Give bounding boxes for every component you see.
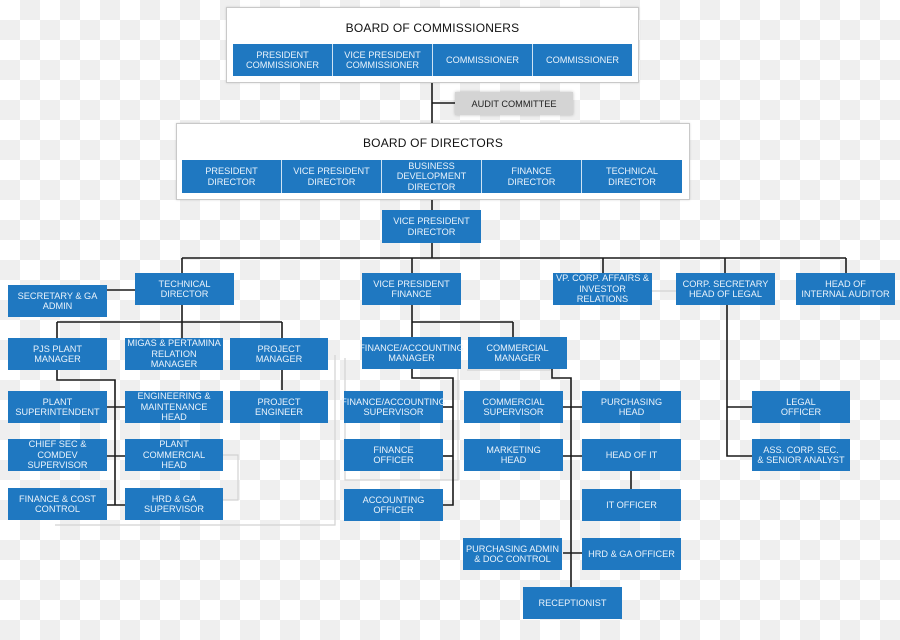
vp-corp-affairs-investor-relations[interactable]: VP. CORP. AFFAIRS & INVESTOR RELATIONS bbox=[553, 273, 652, 305]
vice-president-finance[interactable]: VICE PRESIDENT FINANCE bbox=[362, 273, 461, 305]
finance-officer[interactable]: FINANCE OFFICER bbox=[344, 439, 443, 471]
project-engineer[interactable]: PROJECT ENGINEER bbox=[230, 391, 328, 423]
business-development-director[interactable]: BUSINESS DEVELOPMENT DIRECTOR bbox=[382, 160, 482, 193]
project-manager[interactable]: PROJECT MANAGER bbox=[230, 338, 328, 370]
technical-director[interactable]: TECHNICAL DIRECTOR bbox=[135, 273, 234, 305]
secretary-ga-admin[interactable]: SECRETARY & GA ADMIN bbox=[8, 285, 107, 317]
plant-superintendent[interactable]: PLANT SUPERINTENDENT bbox=[8, 391, 107, 423]
it-officer[interactable]: IT OFFICER bbox=[582, 489, 681, 521]
commercial-manager[interactable]: COMMERCIAL MANAGER bbox=[468, 337, 567, 369]
engineering-maintenance-head[interactable]: ENGINEERING & MAINTENANCE HEAD bbox=[125, 391, 223, 423]
purchasing-head[interactable]: PURCHASING HEAD bbox=[582, 391, 681, 423]
purchasing-admin-doc-control[interactable]: PURCHASING ADMIN & DOC CONTROL bbox=[463, 538, 562, 570]
board-of-commissioners-title: BOARD OF COMMISSIONERS bbox=[345, 21, 520, 35]
marketing-head[interactable]: MARKETING HEAD bbox=[464, 439, 563, 471]
vice-president-director[interactable]: VICE PRESIDENT DIRECTOR bbox=[382, 210, 481, 243]
finance-cost-control[interactable]: FINANCE & COST CONTROL bbox=[8, 488, 107, 520]
hrd-ga-officer[interactable]: HRD & GA OFFICER bbox=[582, 538, 681, 570]
vice-president-commissioner[interactable]: VICE PRESIDENT COMMISSIONER bbox=[333, 44, 433, 76]
finance-accounting-supervisor[interactable]: FINANCE/ACCOUNTING SUPERVISOR bbox=[341, 391, 446, 423]
board-of-directors-title: BOARD OF DIRECTORS bbox=[362, 136, 504, 150]
finance-accounting-manager[interactable]: FINANCE/ACCOUNTING MANAGER bbox=[359, 337, 464, 369]
pjs-plant-manager[interactable]: PJS PLANT MANAGER bbox=[8, 338, 107, 370]
receptionist[interactable]: RECEPTIONIST bbox=[523, 587, 622, 619]
legal-officer[interactable]: LEGAL OFFICER bbox=[752, 391, 850, 423]
head-of-internal-auditor[interactable]: HEAD OF INTERNAL AUDITOR bbox=[796, 273, 895, 305]
hrd-ga-supervisor[interactable]: HRD & GA SUPERVISOR bbox=[125, 488, 223, 520]
technical-director-board[interactable]: TECHNICAL DIRECTOR bbox=[582, 160, 682, 193]
commissioner-2[interactable]: COMMISSIONER bbox=[533, 44, 632, 76]
ass-corp-sec-senior-analyst[interactable]: ASS. CORP. SEC. & SENIOR ANALYST bbox=[752, 439, 850, 471]
commercial-supervisor[interactable]: COMMERCIAL SUPERVISOR bbox=[464, 391, 563, 423]
migas-pertamina-relation-manager[interactable]: MIGAS & PERTAMINA RELATION MANAGER bbox=[125, 338, 223, 370]
plant-commercial-head[interactable]: PLANT COMMERCIAL HEAD bbox=[125, 439, 223, 471]
accounting-officer[interactable]: ACCOUNTING OFFICER bbox=[344, 489, 443, 521]
head-of-it[interactable]: HEAD OF IT bbox=[582, 439, 681, 471]
president-commissioner[interactable]: PRESIDENT COMMISSIONER bbox=[233, 44, 333, 76]
corp-secretary-head-of-legal[interactable]: CORP. SECRETARY HEAD OF LEGAL bbox=[676, 273, 775, 305]
chief-sec-comdev-supervisor[interactable]: CHIEF SEC & COMDEV SUPERVISOR bbox=[8, 439, 107, 471]
commissioner-1[interactable]: COMMISSIONER bbox=[433, 44, 533, 76]
finance-director[interactable]: FINANCE DIRECTOR bbox=[482, 160, 582, 193]
audit-committee[interactable]: AUDIT COMMITTEE bbox=[455, 92, 573, 115]
vice-president-director-board[interactable]: VICE PRESIDENT DIRECTOR bbox=[282, 160, 382, 193]
president-director[interactable]: PRESIDENT DIRECTOR bbox=[182, 160, 282, 193]
org-connectors bbox=[55, 82, 847, 587]
